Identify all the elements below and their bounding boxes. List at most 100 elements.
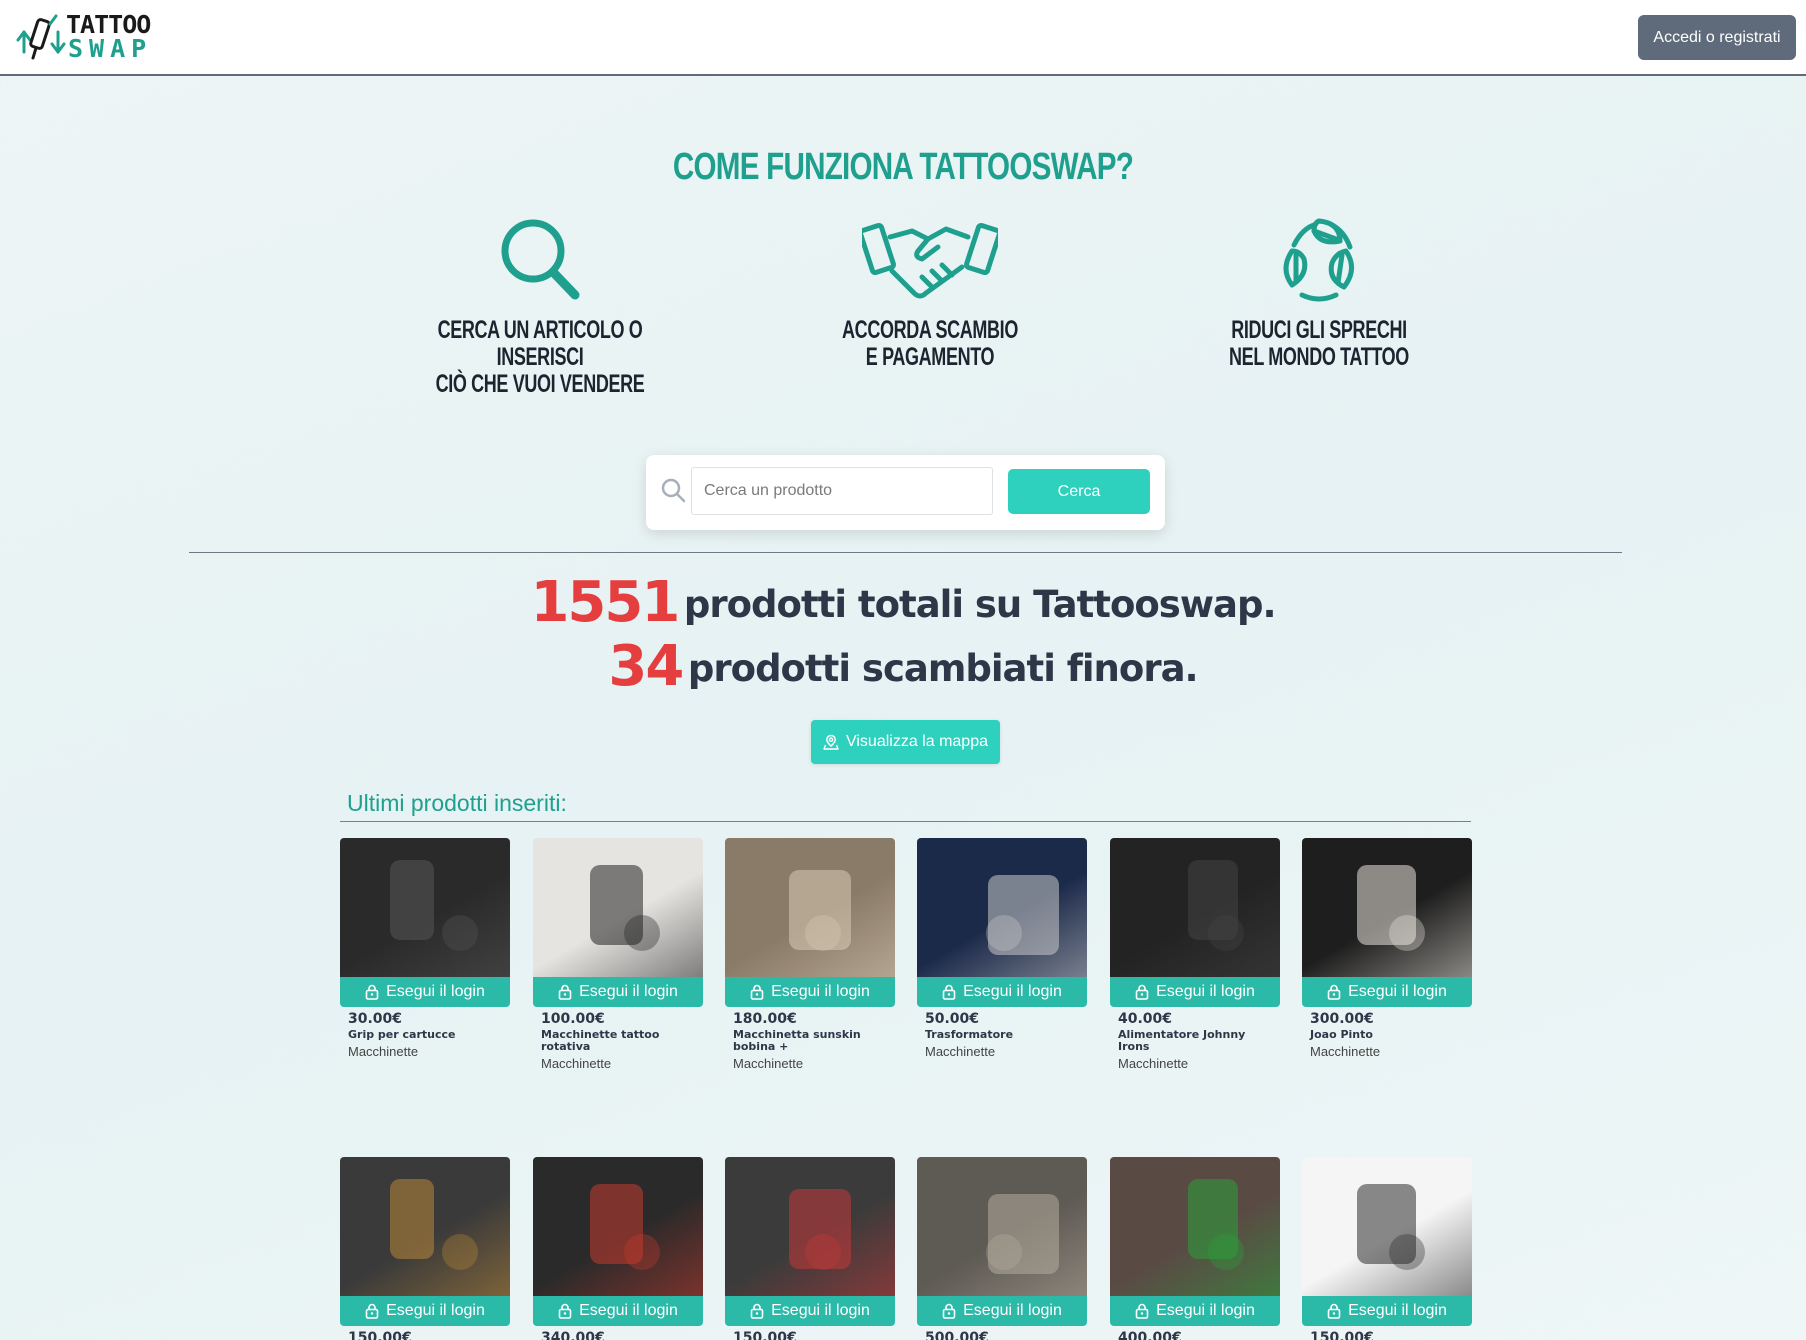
product-card[interactable]: Esegui il login 30.00€ Grip per cartucce Ma… [340,838,510,1059]
how-it-works-title: COME FUNZIONA TATTOOSWAP? [672,146,1134,188]
product-price: 150.00€ [1310,1330,1374,1340]
total-products-text: prodotti totali su Tattooswap. [683,583,1277,626]
login-to-view-button[interactable]: Esegui il login [340,977,510,1007]
login-to-view-button[interactable]: Esegui il login [725,1296,895,1326]
product-card[interactable]: Esegui il login 150.00€ [340,1157,510,1340]
handshake-icon [862,222,998,299]
search-bar: Cerca [646,455,1165,530]
search-input[interactable] [691,467,993,515]
product-price: 400.00€ [1118,1330,1182,1340]
product-image[interactable] [340,1157,510,1296]
tattooswap-logo[interactable]: TATTOO SWAP [14,12,151,62]
lock-icon [1327,984,1341,1000]
lock-icon [365,1303,379,1319]
product-category: Macchinette [1118,1056,1189,1071]
login-to-view-label: Esegui il login [386,983,485,1000]
view-map-button[interactable]: Visualizza la mappa [811,720,1000,764]
product-category: Macchinette [925,1044,996,1059]
product-image[interactable] [1110,1157,1280,1296]
login-to-view-label: Esegui il login [1348,983,1447,1000]
login-to-view-label: Esegui il login [963,1302,1062,1319]
product-price: 500.00€ [925,1330,989,1340]
section-divider [189,552,1622,553]
product-price: 100.00€ [541,1011,605,1027]
login-to-view-button[interactable]: Esegui il login [533,977,703,1007]
product-card[interactable]: Esegui il login 50.00€ Trasformatore Macchi… [917,838,1087,1059]
product-card[interactable]: Esegui il login 150.00€ [725,1157,895,1340]
product-image[interactable] [917,838,1087,977]
product-card[interactable]: Esegui il login 500.00€ [917,1157,1087,1340]
top-navbar: TATTOO SWAP Accedi o registrati [0,0,1806,76]
magnifier-icon [501,219,580,300]
product-price: 30.00€ [348,1011,403,1027]
login-to-view-button[interactable]: Esegui il login [1110,977,1280,1007]
lock-icon [365,984,379,1000]
login-to-view-button[interactable]: Esegui il login [1302,1296,1472,1326]
step-search-label: CERCA UN ARTICOLO O INSERISCI CIÒ CHE VU… [435,316,645,398]
product-price: 50.00€ [925,1011,980,1027]
login-to-view-button[interactable]: Esegui il login [917,1296,1087,1326]
product-name: Joao Pinto [1310,1028,1373,1041]
step-deal-label: ACCORDA SCAMBIO E PAGAMENTO [842,316,1018,371]
product-card[interactable]: Esegui il login 300.00€ Joao Pinto Macchine… [1302,838,1472,1059]
login-to-view-button[interactable]: Esegui il login [1302,977,1472,1007]
login-to-view-label: Esegui il login [1348,1302,1447,1319]
login-to-view-label: Esegui il login [1156,1302,1255,1319]
search-button[interactable]: Cerca [1008,469,1150,514]
product-price: 180.00€ [733,1011,797,1027]
view-map-label: Visualizza la mappa [845,733,988,750]
login-to-view-button[interactable]: Esegui il login [725,977,895,1007]
product-price: 40.00€ [1118,1011,1173,1027]
product-card[interactable]: Esegui il login 40.00€ Alimentatore Johnny… [1110,838,1280,1071]
product-image[interactable] [533,838,703,977]
product-name: Alimentatore Johnny Irons [1118,1028,1246,1053]
product-image[interactable] [1302,838,1472,977]
login-to-view-label: Esegui il login [1156,983,1255,1000]
login-to-view-label: Esegui il login [771,983,870,1000]
recycle-leaves-icon [1283,218,1354,302]
tattoo-machine-logo-icon [16,14,66,60]
product-price: 150.00€ [348,1330,412,1340]
product-image[interactable] [1302,1157,1472,1296]
product-image[interactable] [340,838,510,977]
logo-text-swap: SWAP [68,34,153,63]
product-image[interactable] [725,838,895,977]
product-image[interactable] [533,1157,703,1296]
product-name: Macchinetta sunskin bobina + [733,1028,861,1053]
product-price: 300.00€ [1310,1011,1374,1027]
product-category: Macchinette [348,1044,419,1059]
login-to-view-label: Esegui il login [579,1302,678,1319]
product-card[interactable]: Esegui il login 340.00€ [533,1157,703,1340]
product-price: 150.00€ [733,1330,797,1340]
product-category: Macchinette [1310,1044,1381,1059]
map-pin-icon [823,734,839,750]
lock-icon [1135,984,1149,1000]
product-category: Macchinette [733,1056,804,1071]
lock-icon [942,1303,956,1319]
step-search: CERCA UN ARTICOLO O INSERISCI CIÒ CHE VU… [390,215,690,398]
latest-products-title: Ultimi prodotti inseriti: [347,790,567,816]
lock-icon [1135,1303,1149,1319]
latest-products-rule [340,821,1471,822]
login-to-view-button[interactable]: Esegui il login [533,1296,703,1326]
login-register-button[interactable]: Accedi o registrati [1638,15,1796,60]
swapped-products-count: 34 [608,634,684,699]
login-to-view-button[interactable]: Esegui il login [340,1296,510,1326]
product-name: Grip per cartucce [348,1028,456,1041]
login-to-view-button[interactable]: Esegui il login [917,977,1087,1007]
login-to-view-label: Esegui il login [579,983,678,1000]
product-card[interactable]: Esegui il login 180.00€ Macchinetta sunski… [725,838,895,1071]
login-to-view-label: Esegui il login [963,983,1062,1000]
product-card[interactable]: Esegui il login 100.00€ Macchinette tattoo… [533,838,703,1071]
login-to-view-button[interactable]: Esegui il login [1110,1296,1280,1326]
product-image[interactable] [725,1157,895,1296]
lock-icon [750,1303,764,1319]
product-image[interactable] [1110,838,1280,977]
step-deal: ACCORDA SCAMBIO E PAGAMENTO [780,215,1080,371]
product-card[interactable]: Esegui il login 400.00€ [1110,1157,1280,1340]
lock-icon [750,984,764,1000]
product-card[interactable]: Esegui il login 150.00€ [1302,1157,1472,1340]
product-name: Trasformatore [925,1028,1014,1041]
product-image[interactable] [917,1157,1087,1296]
step-reduce-waste-label: RIDUCI GLI SPRECHI NEL MONDO TATTOO [1229,316,1409,371]
